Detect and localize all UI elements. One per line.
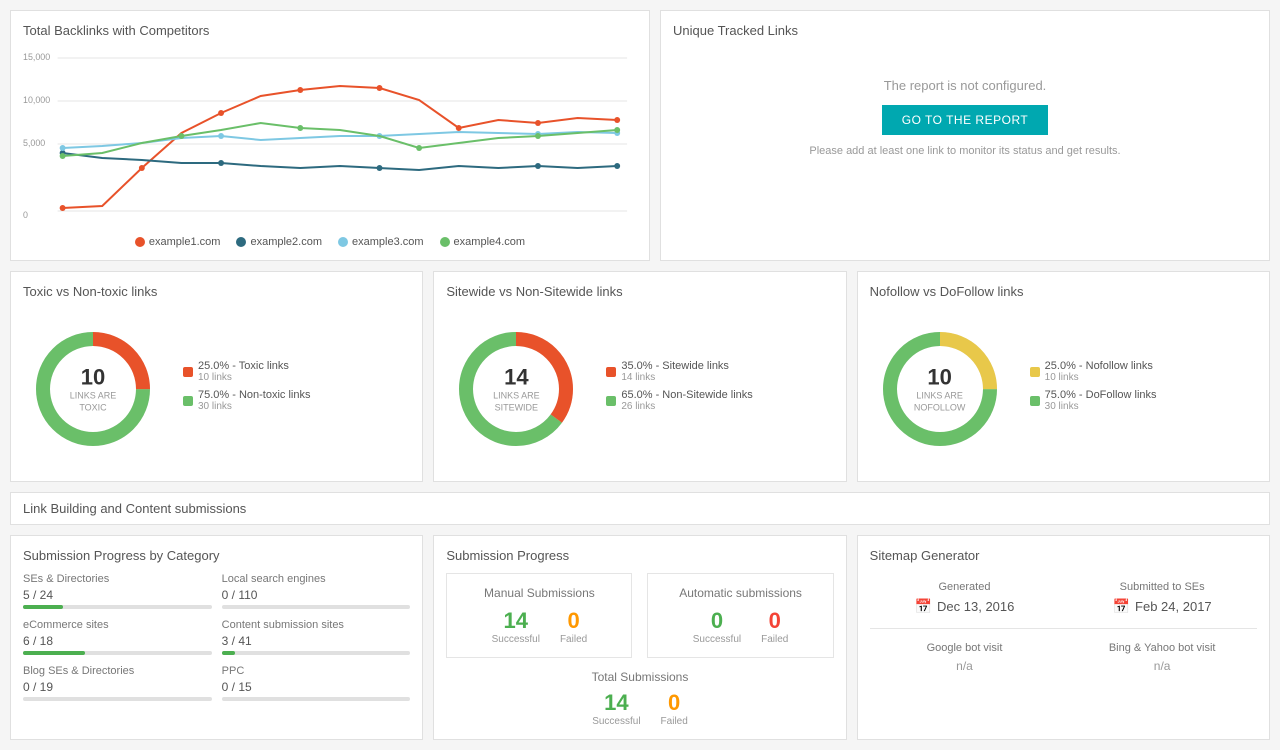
sub-item-5: PPC 0 / 15	[222, 665, 411, 701]
tracked-empty-state: The report is not configured. GO TO THE …	[673, 48, 1257, 199]
svg-text:5,000: 5,000	[23, 138, 45, 148]
sitemap-title: Sitemap Generator	[870, 548, 1257, 563]
submission-progress-grid: Manual Submissions 14 Successful 0 Faile…	[446, 573, 833, 658]
sub-item-4: Blog SEs & Directories 0 / 19	[23, 665, 212, 701]
sitewide-donut: 14 LINKS ARE SITEWIDE	[446, 319, 586, 459]
svg-text:15,000: 15,000	[23, 52, 50, 62]
sub-item-1: Local search engines 0 / 110	[222, 573, 411, 609]
sitemap-grid: Generated 📅 Dec 13, 2016 Submitted to SE…	[870, 573, 1257, 623]
submission-category-card: Submission Progress by Category SEs & Di…	[10, 535, 423, 740]
tracked-title: Unique Tracked Links	[673, 23, 1257, 38]
sitemap-submitted: Submitted to SEs 📅 Feb 24, 2017	[1067, 573, 1257, 623]
sitemap-generated: Generated 📅 Dec 13, 2016	[870, 573, 1060, 623]
nofollow-card: Nofollow vs DoFollow links 10 LINKS ARE …	[857, 271, 1270, 482]
legend-item-1: example1.com	[135, 236, 221, 248]
sub-item-2: eCommerce sites 6 / 18	[23, 619, 212, 655]
toxic-card: Toxic vs Non-toxic links 10 LINKS ARE TO…	[10, 271, 423, 482]
sitewide-donut-container: 14 LINKS ARE SITEWIDE 35.0% - Sitewide l…	[446, 309, 833, 469]
automatic-submissions-section: Automatic submissions 0 Successful 0 Fai…	[647, 573, 833, 658]
toxic-legend: 25.0% - Toxic links 10 links 75.0% - Non…	[183, 360, 311, 418]
toxic-title: Toxic vs Non-toxic links	[23, 284, 410, 299]
calendar-icon-2: 📅	[1113, 598, 1130, 615]
submission-category-title: Submission Progress by Category	[23, 548, 410, 563]
legend-item-4: example4.com	[440, 236, 526, 248]
submission-progress-card: Submission Progress Manual Submissions 1…	[433, 535, 846, 740]
backlinks-legend: example1.com example2.com example3.com e…	[23, 236, 637, 248]
sitewide-card: Sitewide vs Non-Sitewide links 14 LINKS …	[433, 271, 846, 482]
tracked-empty-message: The report is not configured.	[693, 78, 1237, 93]
bing-yahoo-bot-item: Bing & Yahoo bot visit n/a	[1067, 634, 1257, 681]
svg-text:0: 0	[23, 210, 28, 220]
toxic-donut-container: 10 LINKS ARE TOXIC 25.0% - Toxic links 1…	[23, 309, 410, 469]
submission-category-grid: SEs & Directories 5 / 24 Local search en…	[23, 573, 410, 701]
bottom-section-label: Link Building and Content submissions	[10, 492, 1270, 525]
sitemap-card: Sitemap Generator Generated 📅 Dec 13, 20…	[857, 535, 1270, 740]
nofollow-title: Nofollow vs DoFollow links	[870, 284, 1257, 299]
sub-item-0: SEs & Directories 5 / 24	[23, 573, 212, 609]
backlinks-chart: 15,000 10,000 5,000 0	[23, 48, 637, 228]
nofollow-donut: 10 LINKS ARE NOFOLLOW	[870, 319, 1010, 459]
nofollow-donut-container: 10 LINKS ARE NOFOLLOW 25.0% - Nofollow l…	[870, 309, 1257, 469]
total-submissions: Total Submissions 14 Successful 0 Failed	[446, 670, 833, 727]
svg-text:10,000: 10,000	[23, 95, 50, 105]
legend-item-3: example3.com	[338, 236, 424, 248]
nofollow-legend: 25.0% - Nofollow links 10 links 75.0% - …	[1030, 360, 1157, 418]
tracked-footer-text: Please add at least one link to monitor …	[693, 145, 1237, 157]
sitewide-legend: 35.0% - Sitewide links 14 links 65.0% - …	[606, 360, 752, 418]
calendar-icon-1: 📅	[915, 598, 932, 615]
submission-progress-title: Submission Progress	[446, 548, 833, 563]
legend-item-2: example2.com	[236, 236, 322, 248]
backlinks-title: Total Backlinks with Competitors	[23, 23, 637, 38]
sub-item-3: Content submission sites 3 / 41	[222, 619, 411, 655]
google-bot-item: Google bot visit n/a	[870, 634, 1060, 681]
manual-submissions-section: Manual Submissions 14 Successful 0 Faile…	[446, 573, 632, 658]
sitemap-bot-grid: Google bot visit n/a Bing & Yahoo bot vi…	[870, 634, 1257, 681]
sitewide-title: Sitewide vs Non-Sitewide links	[446, 284, 833, 299]
toxic-donut: 10 LINKS ARE TOXIC	[23, 319, 163, 459]
go-to-report-button[interactable]: GO TO THE REPORT	[882, 105, 1048, 135]
